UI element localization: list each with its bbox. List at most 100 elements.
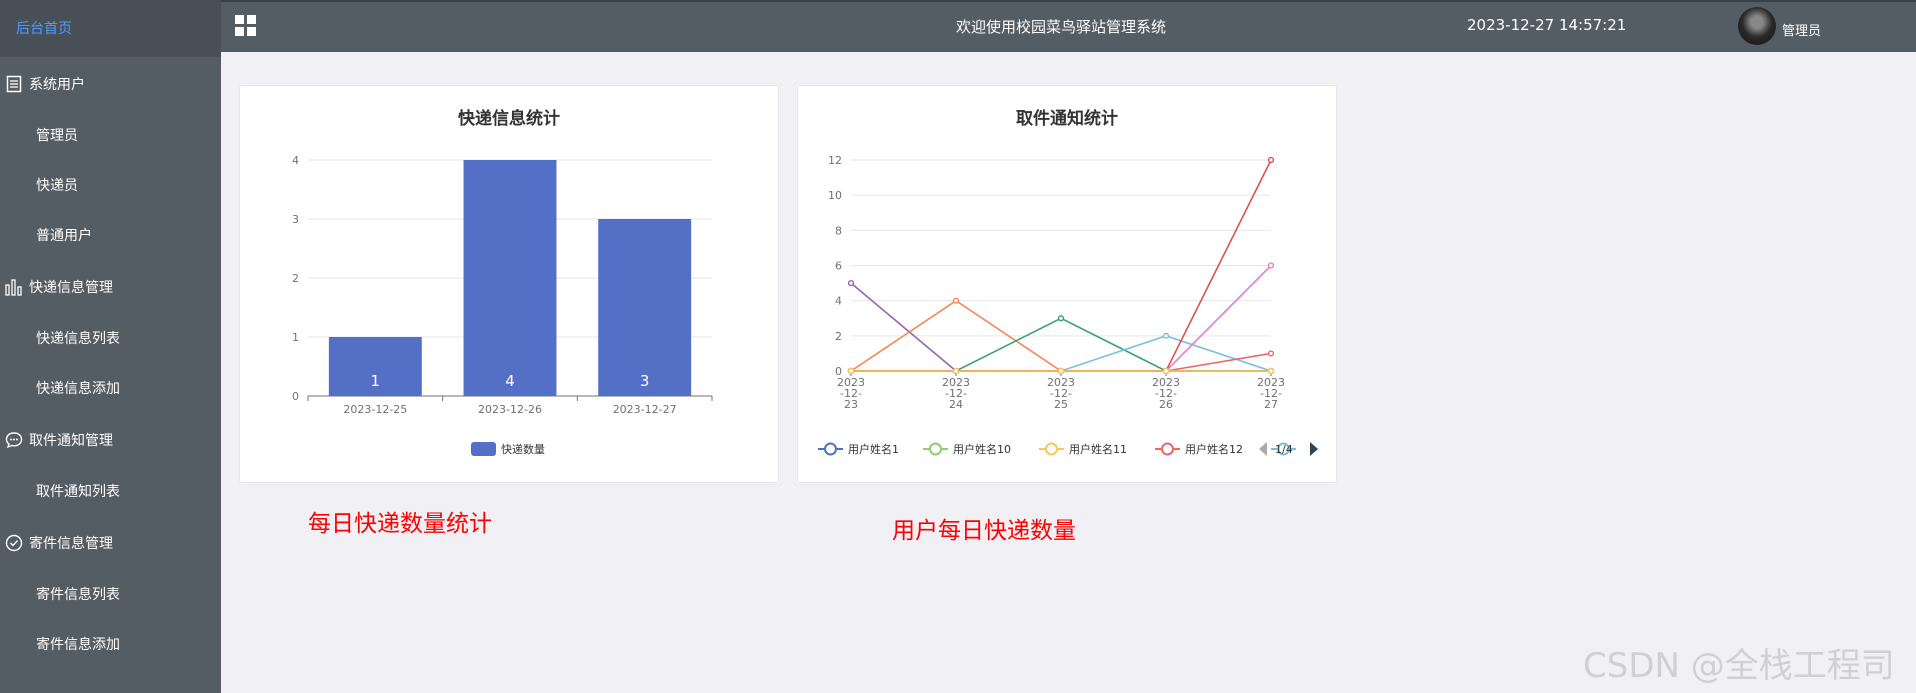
sidebar-menu: 系统用户管理员快递员普通用户快递信息管理快递信息列表 快递信息添加取件通知管理取件… xyxy=(0,57,221,669)
legend-label: 用户姓名11 xyxy=(1069,442,1127,456)
x-tick-line: 25 xyxy=(1054,398,1068,411)
watermark: CSDN @全栈工程司 xyxy=(1583,646,1895,686)
sidebar-item[interactable]: 快递信息管理 xyxy=(0,260,221,313)
data-point xyxy=(847,367,855,375)
x-tick-label: 2023-12-26 xyxy=(478,403,542,416)
data-point xyxy=(952,367,960,375)
card-express-stats: 快递信息统计 0 1 2 3 4 1 2023-12-25 4 2023-12-26 3 2023-… xyxy=(239,85,779,483)
grid-menu-icon[interactable] xyxy=(235,15,257,37)
data-point xyxy=(1267,262,1275,269)
legend-prev-icon[interactable] xyxy=(1259,442,1267,456)
x-tick-label: 2023 -12-24 xyxy=(942,376,970,411)
data-point xyxy=(1267,156,1275,164)
sidebar-item[interactable]: 快递信息列表 xyxy=(0,313,221,363)
sidebar-item[interactable]: 寄件信息列表 xyxy=(0,569,221,619)
sidebar-item-label: 取件通知列表 xyxy=(36,484,120,500)
sidebar-item[interactable]: 快递员 xyxy=(0,160,221,210)
sidebar-item[interactable]: 取件通知管理 xyxy=(0,413,221,466)
chat-bubble-icon xyxy=(4,430,24,450)
bar-value-label: 1 xyxy=(371,372,381,390)
series-line xyxy=(850,282,1271,372)
y-tick-label: 2 xyxy=(292,272,299,285)
avatar[interactable] xyxy=(1738,7,1776,45)
sidebar-item[interactable]: 普通用户 xyxy=(0,210,221,260)
top-bar: 欢迎使用校园菜鸟驿站管理系统 2023-12-27 14:57:21 管理员 xyxy=(221,0,1916,52)
y-tick-label: 6 xyxy=(835,260,842,273)
legend-next-icon[interactable] xyxy=(1310,442,1318,456)
y-tick-label: 4 xyxy=(292,154,299,167)
sidebar-item-label: 快递员 xyxy=(36,178,78,194)
legend-marker xyxy=(1161,442,1174,456)
sidebar: 后台首页 系统用户 管理员 快递员 普通用户 快递信息管理 快递信息列表 快递信息添加 取件通… xyxy=(0,0,221,693)
check-circle-icon xyxy=(4,533,24,553)
sidebar-item-label: 系统用户 xyxy=(29,76,85,93)
sidebar-item-label: 快递信息列表 xyxy=(36,331,120,347)
sidebar-home[interactable]: 后台首页 xyxy=(0,0,221,57)
x-tick-label: 2023-12-26 xyxy=(1152,376,1180,411)
x-tick-label: 2023 -12-23 xyxy=(837,376,865,411)
data-point xyxy=(1162,332,1170,339)
bar xyxy=(463,160,557,396)
sidebar-item-label: 寄件信息管理 xyxy=(29,535,113,552)
sidebar-item-label: 普通用户 xyxy=(36,228,92,244)
legend-label: 用户姓名1 xyxy=(848,442,899,456)
sidebar-item-label: 寄件信息添加 xyxy=(36,637,120,653)
data-point xyxy=(1057,367,1065,375)
datetime: 2023-12-27 14:57:21 xyxy=(1467,16,1627,34)
sidebar-item-label: 取件通知管理 xyxy=(29,432,113,449)
data-point xyxy=(847,279,855,287)
sidebar-item[interactable]: 管理员 xyxy=(0,110,221,160)
bar-value-label: 3 xyxy=(640,372,650,390)
x-tick-line: 23 xyxy=(844,398,858,411)
sidebar-item-label: 管理员 xyxy=(36,128,78,144)
data-point xyxy=(1162,367,1170,375)
bar-chart-icon xyxy=(4,277,24,297)
sidebar-item[interactable]: 快递信息添加 xyxy=(0,363,221,413)
annotation-right: 用户每日快递数量 xyxy=(892,518,1076,544)
line-chart: 0246810122023 -12-232023 -12-242023 -12-252… xyxy=(818,154,1318,456)
sidebar-item[interactable]: 寄件信息管理 xyxy=(0,516,221,569)
sidebar-item-label: 快递信息管理 xyxy=(29,279,113,296)
y-tick-label: 8 xyxy=(835,224,842,237)
sidebar-item[interactable]: 寄件信息添加 xyxy=(0,619,221,669)
page-title: 欢迎使用校园菜鸟驿站管理系统 xyxy=(956,18,1167,36)
y-tick-label: 1 xyxy=(292,331,299,344)
series-line xyxy=(851,317,1271,372)
data-point xyxy=(952,297,960,304)
y-tick-label: 2 xyxy=(835,330,842,343)
data-point xyxy=(1267,367,1275,375)
x-tick-label: 2023-12-27 xyxy=(1257,376,1285,411)
data-point xyxy=(1267,350,1275,357)
x-tick-line: 27 xyxy=(1264,398,1278,411)
bar-chart: 0 1 2 3 4 1 2023-12-25 4 2023-12-26 3 2023-12-27 快递… xyxy=(292,154,713,456)
sidebar-item-label: 寄件信息列表 xyxy=(36,587,120,603)
legend-swatch xyxy=(471,442,496,456)
card-pickup-stats: 取件通知统计 0 2 4 6 8 10 12 2023 -12-23 2023 -12-24 2023… xyxy=(797,85,1337,483)
x-tick-label: 2023-12-25 xyxy=(343,403,407,416)
username[interactable]: 管理员 xyxy=(1782,20,1821,39)
y-tick-label: 4 xyxy=(835,295,842,308)
legend-marker xyxy=(929,442,942,456)
y-tick-label: 12 xyxy=(828,154,842,167)
sidebar-item-label: 快递信息添加 xyxy=(36,381,120,397)
series-line xyxy=(851,334,1272,372)
annotation-left: 每日快递数量统计 xyxy=(308,511,492,537)
legend-label: 快递数量 xyxy=(501,442,545,456)
y-tick-label: 3 xyxy=(292,213,299,226)
y-tick-label: 10 xyxy=(828,189,842,202)
x-tick-line: 24 xyxy=(949,398,963,411)
x-tick-label: 2023-12-27 xyxy=(613,403,677,416)
sidebar-item[interactable]: 取件通知列表 xyxy=(0,466,221,516)
document-icon xyxy=(4,74,24,94)
legend-marker xyxy=(1045,442,1058,456)
bar-value-label: 4 xyxy=(505,372,515,390)
legend-page-label: 1/4 xyxy=(1275,443,1293,456)
x-tick-label: 2023-12-25 xyxy=(1047,376,1075,411)
bar xyxy=(598,219,692,396)
x-tick-line: 26 xyxy=(1159,398,1173,411)
legend-label: 用户姓名10 xyxy=(953,442,1011,456)
sidebar-item[interactable]: 系统用户 xyxy=(0,57,221,110)
y-tick-label: 0 xyxy=(292,390,299,403)
legend-label: 用户姓名12 xyxy=(1185,442,1243,456)
legend-marker xyxy=(824,442,837,456)
